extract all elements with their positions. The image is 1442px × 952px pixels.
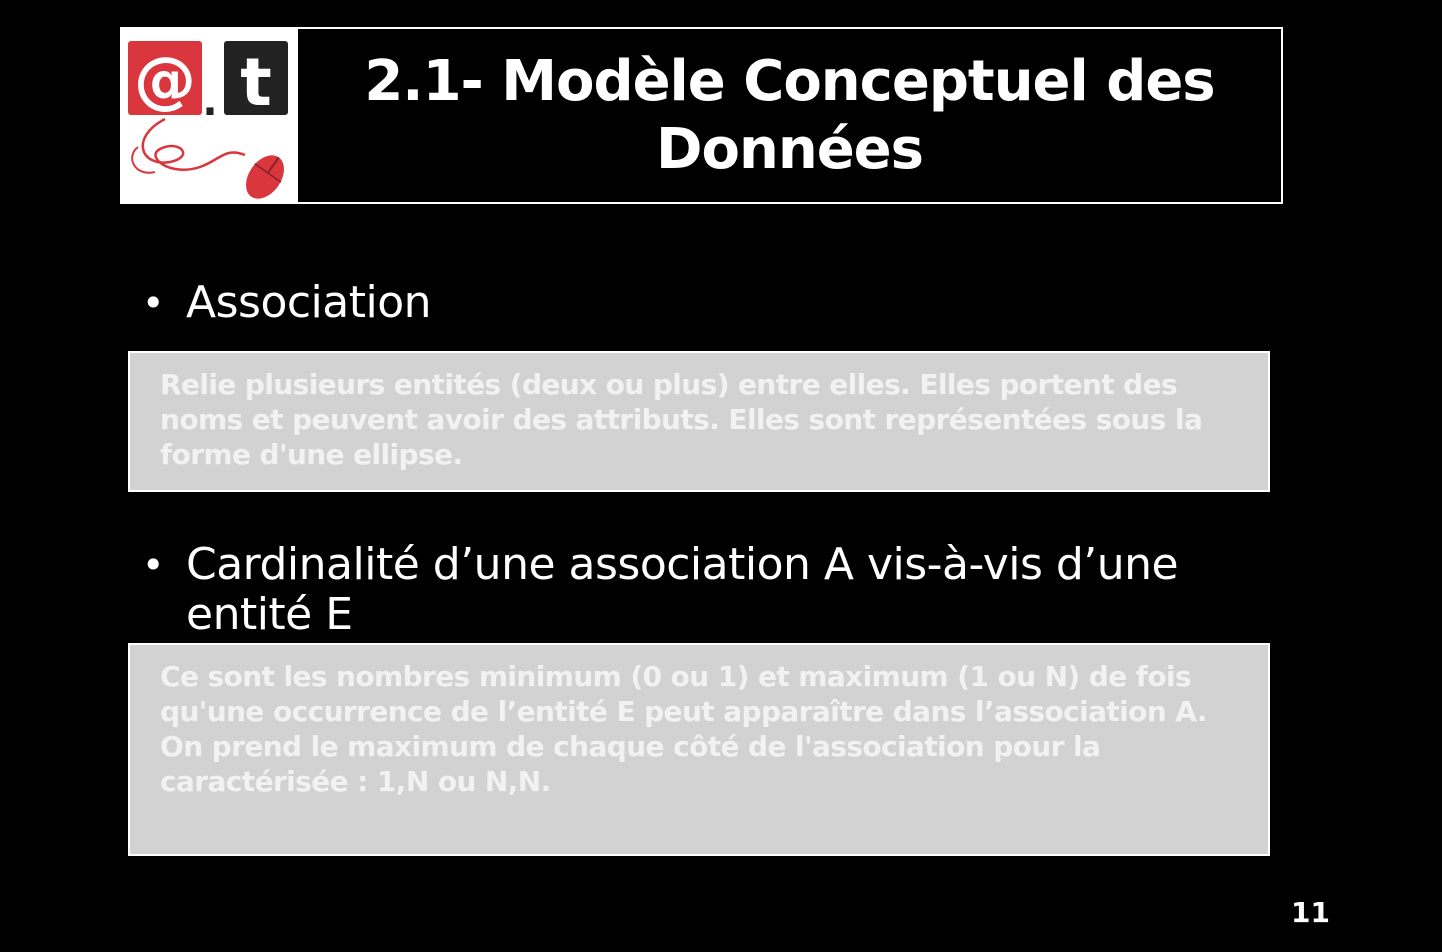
definition-text: Ce sont les nombres minimum (0 ou 1) et …	[160, 660, 1208, 798]
bullet-text: Association	[186, 277, 432, 328]
bullet-cardinalite: • Cardinalité d’une association A vis-à-…	[142, 540, 1266, 640]
definition-text: Relie plusieurs entités (deux ou plus) e…	[160, 368, 1203, 471]
at-t-mouse-logo-icon: @ . t	[128, 41, 288, 199]
definition-box-cardinalite: Ce sont les nombres minimum (0 ou 1) et …	[128, 643, 1270, 856]
logo-at-symbol: @	[134, 43, 196, 116]
bullet-text: Cardinalité d’une association A vis-à-vi…	[186, 539, 1179, 640]
logo: @ . t	[120, 27, 298, 204]
title-box: 2.1- Modèle Conceptuel des Données	[296, 27, 1283, 204]
slide-title: 2.1- Modèle Conceptuel des Données	[364, 48, 1215, 182]
logo-dot: .	[202, 79, 217, 125]
definition-box-association: Relie plusieurs entités (deux ou plus) e…	[128, 351, 1270, 492]
bullet-association: • Association	[142, 278, 1266, 328]
bullet-dot-icon: •	[142, 543, 165, 587]
slide-header: @ . t 2.1- Modèle Conceptuel des Données	[120, 27, 1283, 204]
bullet-dot-icon: •	[142, 281, 165, 325]
logo-letter-t: t	[240, 44, 272, 121]
page-number: 11	[1291, 896, 1330, 929]
